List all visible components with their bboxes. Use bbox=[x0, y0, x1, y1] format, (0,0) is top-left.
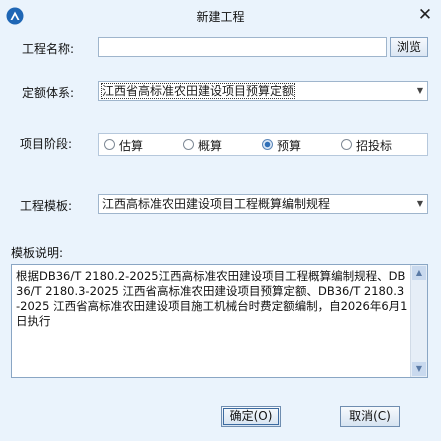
scroll-down-arrow-icon[interactable]: ▼ bbox=[412, 362, 426, 376]
browse-button[interactable]: 浏览 bbox=[390, 37, 428, 57]
project-name-field[interactable] bbox=[98, 37, 387, 57]
stage-radio-group: 估算 概算 预算 招投标 bbox=[98, 133, 428, 156]
radio-circle-selected bbox=[262, 139, 273, 150]
stage-label: 项目阶段: bbox=[20, 137, 73, 151]
description-textarea[interactable]: 根据DB36/T 2180.2-2025江西高标准农田建设项目工程概算编制规程、… bbox=[11, 264, 428, 378]
quota-system-value: 江西省高标准农田建设项目预算定额 bbox=[100, 83, 296, 99]
description-label: 模板说明: bbox=[11, 246, 64, 260]
window-title: 新建工程 bbox=[196, 10, 245, 24]
close-icon[interactable]: ✕ bbox=[415, 5, 435, 25]
project-name-label: 工程名称: bbox=[22, 42, 75, 56]
title-bar: 新建工程 ✕ bbox=[0, 0, 441, 32]
chevron-down-icon: ▼ bbox=[416, 86, 423, 95]
radio-circle bbox=[341, 139, 352, 150]
cancel-button[interactable]: 取消(C) bbox=[340, 406, 400, 427]
radio-circle bbox=[183, 139, 194, 150]
template-select[interactable]: 江西高标准农田建设项目工程概算编制规程 ▼ bbox=[98, 194, 428, 214]
radio-rough-estimate-label: 概算 bbox=[198, 139, 223, 153]
quota-system-label: 定额体系: bbox=[22, 86, 75, 100]
description-scrollbar[interactable]: ▲ ▼ bbox=[410, 265, 427, 377]
template-value: 江西高标准农田建设项目工程概算编制规程 bbox=[102, 197, 331, 211]
project-name-input[interactable] bbox=[99, 38, 386, 56]
radio-circle bbox=[104, 139, 115, 150]
chevron-down-icon: ▼ bbox=[416, 199, 423, 208]
scroll-up-arrow-icon[interactable]: ▲ bbox=[412, 266, 426, 280]
description-text: 根据DB36/T 2180.2-2025江西高标准农田建设项目工程概算编制规程、… bbox=[16, 269, 408, 328]
radio-estimate-label: 估算 bbox=[119, 139, 144, 153]
radio-budget-label: 预算 bbox=[277, 139, 302, 153]
ok-button[interactable]: 确定(O) bbox=[221, 406, 281, 427]
radio-bidding-label: 招投标 bbox=[356, 139, 393, 153]
template-label: 工程模板: bbox=[20, 199, 73, 213]
quota-system-select[interactable]: 江西省高标准农田建设项目预算定额 ▼ bbox=[98, 81, 428, 101]
